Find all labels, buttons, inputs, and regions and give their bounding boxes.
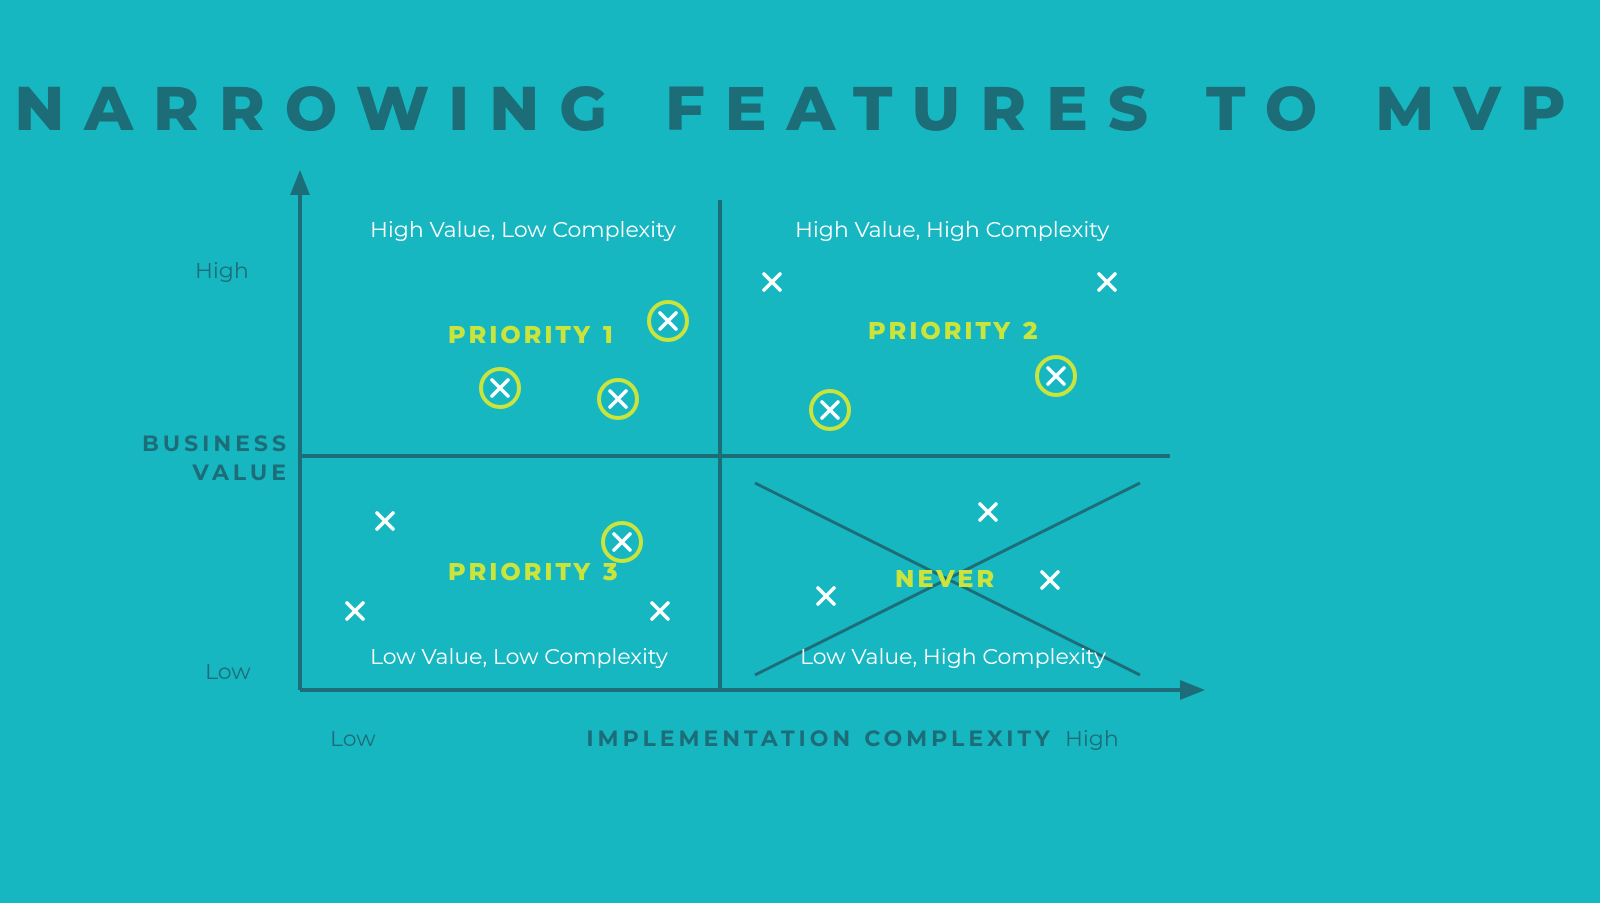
quad-tr-desc: High Value, High Complexity [795, 216, 1109, 243]
marker-x [760, 270, 784, 294]
quad-br-label: NEVER [895, 565, 997, 594]
y-tick-high: High [195, 257, 249, 284]
marker-circled [646, 299, 690, 343]
marker-circled [600, 520, 644, 564]
x-tick-low: Low [330, 725, 376, 752]
y-tick-low: Low [205, 658, 251, 685]
marker-circled [1034, 354, 1078, 398]
marker-x [976, 500, 1000, 524]
quad-tl-label: PRIORITY 1 [448, 321, 616, 350]
marker-x [1038, 568, 1062, 592]
marker-circled [478, 366, 522, 410]
marker-x [373, 509, 397, 533]
x-axis-label: IMPLEMENTATION COMPLEXITY [300, 725, 1340, 752]
marker-x [648, 599, 672, 623]
marker-x [1095, 270, 1119, 294]
marker-circled [596, 377, 640, 421]
marker-x [343, 599, 367, 623]
quad-tr-label: PRIORITY 2 [868, 317, 1040, 346]
y-axis-label: BUSINESSVALUE [110, 430, 290, 487]
quad-br-desc: Low Value, High Complexity [800, 643, 1106, 670]
quad-tl-desc: High Value, Low Complexity [370, 216, 676, 243]
quad-bl-desc: Low Value, Low Complexity [370, 643, 668, 670]
quad-bl-label: PRIORITY 3 [448, 558, 620, 587]
marker-x [814, 584, 838, 608]
x-tick-high: High [1065, 725, 1119, 752]
marker-circled [808, 388, 852, 432]
